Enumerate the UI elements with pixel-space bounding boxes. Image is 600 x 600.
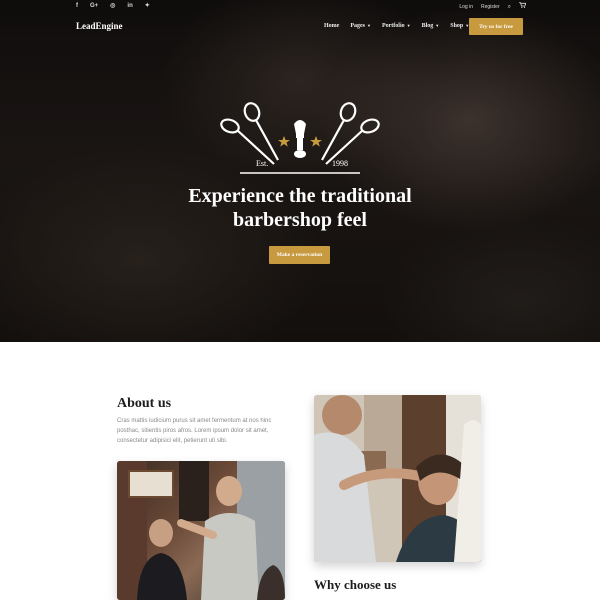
cart-icon-glyph [519,2,527,8]
register-link[interactable]: Register [481,3,500,11]
chevron-down-icon: ▼ [367,23,371,29]
top-bar: f G+ ◎ in ✦ Log in Register ⌕ [0,0,600,12]
twitter-icon[interactable]: ✦ [145,2,150,10]
nav-item-label: Portfolio [381,23,405,29]
nav-item-home[interactable]: Home [324,23,339,29]
est-year: 1998 [332,159,348,168]
nav-item-label: Shop [450,23,464,29]
account-links: Log in Register ⌕ [459,2,527,11]
hero-section: f G+ ◎ in ✦ Log in Register ⌕ LeadEngine… [0,0,600,342]
hero-title: Experience the traditional barbershop fe… [100,184,500,232]
make-reservation-button[interactable]: Make a reservation [269,246,330,264]
nav-item-label: Blog [421,23,434,29]
scissors-icon [220,102,279,165]
about-paragraph: Cras mattis iudicium purus sit amet ferm… [117,418,272,444]
barbershop-emblem: Est. 1998 [220,102,380,174]
why-choose-us-heading: Why choose us [314,577,397,592]
scissors-icon [321,102,380,165]
cart-icon[interactable] [519,2,527,11]
nav-item-label: Home [324,23,340,29]
site-logo[interactable]: LeadEngine [76,21,123,31]
search-icon[interactable]: ⌕ [508,3,511,11]
hero-title-line: Experience the traditional [188,185,412,207]
instagram-icon[interactable]: ◎ [110,2,115,10]
barber-photo [314,395,481,562]
chevron-down-icon: ▼ [435,23,440,29]
nav-item-blog[interactable]: Blog ▼ [422,23,440,29]
nav-menu: Home Pages ▼ Portfolio ▼ Blog ▼ Shop ▼ [324,23,469,29]
chevron-down-icon: ▼ [406,23,411,29]
google-plus-icon[interactable]: G+ [90,2,98,10]
nav-item-pages[interactable]: Pages ▼ [350,23,371,29]
hero-title-line: barbershop feel [233,209,367,231]
social-links: f G+ ◎ in ✦ [76,2,150,10]
main-navigation: LeadEngine Home Pages ▼ Portfolio ▼ Blog ▼ … [0,17,600,37]
about-heading: About us [117,396,172,411]
barber-photo-illustration [117,461,285,600]
facebook-icon[interactable]: f [76,2,78,10]
linkedin-icon[interactable]: in [127,2,132,10]
nav-item-shop[interactable]: Shop ▼ [450,23,469,29]
est-label: Est. [256,159,268,168]
login-link[interactable]: Log in [459,3,473,11]
try-free-button[interactable]: Try us for free [469,18,523,35]
shaving-brush-icon [294,120,306,158]
nav-item-label: Pages [350,23,365,29]
barber-photo [117,461,285,600]
barber-photo-illustration [314,395,481,562]
nav-item-portfolio[interactable]: Portfolio ▼ [382,23,411,29]
